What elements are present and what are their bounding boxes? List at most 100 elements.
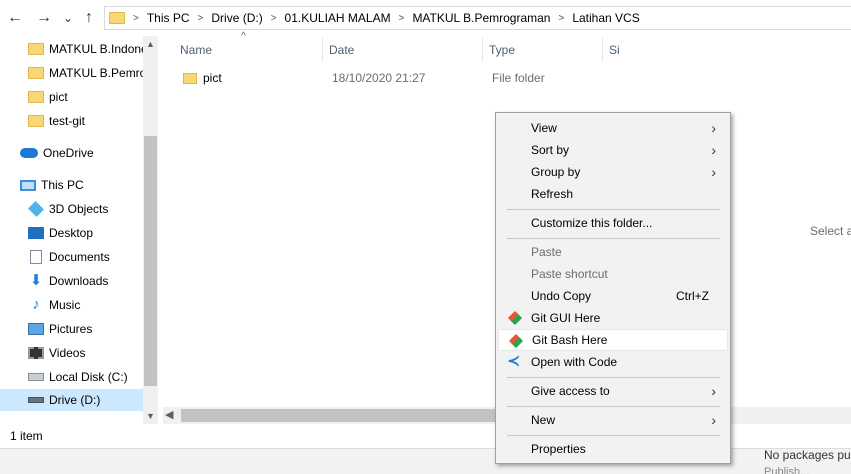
file-date: 18/10/2020 21:27 <box>332 71 426 85</box>
back-arrow-icon[interactable]: ← <box>4 7 26 29</box>
submenu-chevron-icon: › <box>711 142 716 158</box>
menu-item-give-access-to[interactable]: Give access to › <box>498 380 728 402</box>
scroll-up-icon[interactable]: ▲ <box>143 36 158 52</box>
sidebar-item-matkul-b-pemrograman[interactable]: MATKUL B.Pemrograman <box>28 62 158 84</box>
menu-item-group-by[interactable]: Group by › <box>498 161 728 183</box>
menu-item-customize-folder[interactable]: Customize this folder... <box>498 212 728 234</box>
breadcrumb-drive-d[interactable]: Drive (D:) <box>211 11 262 25</box>
menu-item-label: Properties <box>531 442 586 456</box>
submenu-chevron-icon: › <box>711 383 716 399</box>
chevron-right-icon: > <box>398 12 405 24</box>
chevron-right-icon: > <box>558 12 565 24</box>
submenu-chevron-icon: › <box>711 164 716 180</box>
menu-item-sort-by[interactable]: Sort by › <box>498 139 728 161</box>
menu-separator <box>507 377 720 378</box>
folder-icon <box>28 43 44 55</box>
scroll-down-icon[interactable]: ▼ <box>143 408 158 424</box>
menu-item-label: Open with Code <box>531 355 618 369</box>
menu-item-label: Git Bash Here <box>532 333 608 347</box>
chevron-right-icon: > <box>270 12 277 24</box>
sidebar-item-music[interactable]: ♪ Music <box>28 294 80 316</box>
menu-separator <box>507 238 720 239</box>
menu-item-label: Paste shortcut <box>531 267 608 281</box>
column-header-label: Name <box>180 43 213 57</box>
column-header-label: Si <box>609 43 620 57</box>
menu-item-new[interactable]: New › <box>498 409 728 431</box>
sidebar-item-label: Desktop <box>49 226 94 240</box>
sidebar-item-label: OneDrive <box>43 146 94 160</box>
breadcrumb-matkul-pemrograman[interactable]: MATKUL B.Pemrograman <box>412 11 550 25</box>
music-icon: ♪ <box>32 296 40 313</box>
sidebar-item-label: test-git <box>49 114 86 128</box>
menu-item-label: New <box>531 413 556 427</box>
navigation-scrollbar[interactable]: ▲ ▼ <box>143 36 158 424</box>
item-count: 1 item <box>10 429 43 443</box>
pictures-icon <box>28 323 44 335</box>
menu-item-view[interactable]: View › <box>498 117 728 139</box>
forward-arrow-icon[interactable]: → <box>33 7 55 29</box>
scroll-left-icon[interactable]: ◀ <box>165 407 173 424</box>
sidebar-item-desktop[interactable]: Desktop <box>28 222 93 244</box>
up-arrow-icon[interactable]: ↑ <box>78 7 100 29</box>
sidebar-item-label: Documents <box>49 250 110 264</box>
recent-locations-chevron-icon[interactable]: ⌄ <box>57 7 79 29</box>
menu-item-properties[interactable]: Properties <box>498 438 728 460</box>
menu-item-label: Paste <box>531 245 562 259</box>
address-bar[interactable]: > This PC > Drive (D:) > 01.KULIAH MALAM… <box>104 6 851 30</box>
navigation-pane: MATKUL B.Indonesia MATKUL B.Pemrograman … <box>0 36 158 424</box>
breadcrumb-this-pc[interactable]: This PC <box>147 11 190 25</box>
scrollbar-thumb[interactable] <box>181 409 501 422</box>
download-icon: ⬇ <box>29 272 43 289</box>
column-header-type[interactable]: Type <box>483 38 603 62</box>
videos-icon <box>28 347 44 359</box>
menu-item-undo-copy[interactable]: Undo Copy Ctrl+Z <box>498 285 728 307</box>
menu-item-label: View <box>531 121 557 135</box>
sidebar-item-pict[interactable]: pict <box>28 86 68 108</box>
git-icon <box>508 333 524 349</box>
sidebar-item-documents[interactable]: Documents <box>28 246 110 268</box>
menu-item-git-bash-here[interactable]: Git Bash Here <box>498 329 728 351</box>
column-header-label: Date <box>329 43 355 57</box>
menu-item-refresh[interactable]: Refresh <box>498 183 728 205</box>
sidebar-item-test-git[interactable]: test-git <box>28 110 85 132</box>
menu-item-paste-shortcut: Paste shortcut <box>498 263 728 285</box>
sidebar-item-onedrive[interactable]: OneDrive <box>20 142 94 164</box>
breadcrumb-latihan-vcs[interactable]: Latihan VCS <box>572 11 639 25</box>
sidebar-item-pictures[interactable]: Pictures <box>28 318 92 340</box>
folder-icon <box>183 72 197 84</box>
scrollbar-thumb[interactable] <box>144 136 157 386</box>
sidebar-item-this-pc[interactable]: This PC <box>20 174 84 196</box>
breadcrumb-kuliah-malam[interactable]: 01.KULIAH MALAM <box>285 11 391 25</box>
sidebar-item-label: MATKUL B.Indonesia <box>49 42 158 56</box>
address-row: ← → ⌄ ↑ > This PC > Drive (D:) > 01.KULI… <box>0 0 851 36</box>
menu-item-git-gui-here[interactable]: Git GUI Here <box>498 307 728 329</box>
sidebar-item-drive-d[interactable]: Drive (D:) <box>0 389 143 411</box>
column-header-name[interactable]: Name <box>174 38 323 62</box>
desktop-icon <box>28 227 44 239</box>
file-row-pict[interactable]: pict 18/10/2020 21:27 File folder <box>180 66 620 90</box>
sidebar-item-label: MATKUL B.Pemrograman <box>49 66 158 80</box>
sidebar-item-local-disk-c[interactable]: Local Disk (C:) <box>28 366 128 388</box>
menu-item-label: Refresh <box>531 187 574 201</box>
menu-separator <box>507 406 720 407</box>
column-header-date[interactable]: Date <box>323 38 483 62</box>
sidebar-item-3d-objects[interactable]: 3D Objects <box>28 198 108 220</box>
menu-item-label: Undo Copy <box>531 289 592 303</box>
menu-item-open-with-code[interactable]: ≺ Open with Code <box>498 351 728 373</box>
sidebar-item-downloads[interactable]: ⬇ Downloads <box>28 270 109 292</box>
sidebar-item-matkul-b-indonesia[interactable]: MATKUL B.Indonesia <box>28 38 158 60</box>
file-type: File folder <box>492 71 545 85</box>
preview-pane-text: Select a <box>810 224 851 238</box>
folder-icon <box>28 115 44 127</box>
sidebar-item-videos[interactable]: Videos <box>28 342 85 364</box>
cube-icon <box>28 201 44 217</box>
background-window-text-2: Publish... <box>764 466 810 474</box>
sidebar-item-label: Pictures <box>49 322 93 336</box>
chevron-right-icon: > <box>197 12 204 24</box>
computer-icon <box>20 179 36 191</box>
submenu-chevron-icon: › <box>711 120 716 136</box>
column-header-size[interactable]: Si <box>603 38 623 62</box>
sidebar-item-label: pict <box>49 90 68 104</box>
sidebar-item-label: Music <box>49 298 81 312</box>
background-window-text: No packages pul <box>764 448 851 462</box>
